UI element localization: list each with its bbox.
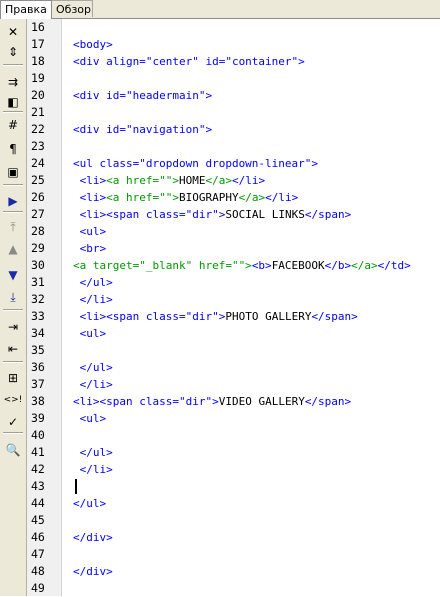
comment-icon[interactable]: <>! [2,390,24,410]
line-number: 41 [31,445,45,459]
tab-view[interactable]: Обзор [52,0,93,17]
code-line[interactable]: <ul> [73,410,107,427]
toolbar-separator [3,432,23,434]
line-number: 46 [31,530,45,544]
check-icon[interactable]: ✓ [2,412,24,432]
code-line[interactable]: <body> [73,36,113,53]
down-icon[interactable]: ▼ [2,265,24,285]
top-icon[interactable]: ⤒ [2,217,24,237]
line-number: 31 [31,275,45,289]
line-number: 35 [31,343,45,357]
line-number: 39 [31,411,45,425]
code-line[interactable]: </li> [73,461,113,478]
wrap-icon[interactable]: ⇉ [2,72,24,92]
code-line[interactable]: <ul class="dropdown dropdown-linear"> [73,155,318,172]
code-line[interactable]: </div> [73,529,113,546]
code-line[interactable]: <li><span class="dir">PHOTO GALLERY</spa… [73,308,358,325]
toolbar-separator [3,111,23,113]
outdent-icon[interactable]: ⇤ [2,339,24,359]
line-number: 34 [31,326,45,340]
line-number: 40 [31,428,45,442]
editor-toolbar: ✕ ⇕ ⇉ ◧ # ¶ ▣ ▶ ⤒ ▲ ▼ ⤓ ⇥ ⇤ ⊞ <>! ✓ 🔍 [0,19,27,596]
code-editor[interactable]: <body> <div align="center" id="container"… [62,19,440,596]
line-number: 32 [31,292,45,306]
line-number: 21 [31,105,45,119]
toolbar-separator [3,184,23,186]
line-number: 42 [31,462,45,476]
tab-bar: Правка Обзор [0,0,440,19]
code-line[interactable]: </div> [73,563,113,580]
line-number: 27 [31,207,45,221]
line-number: 45 [31,513,45,527]
next-icon[interactable]: ▶ [2,191,24,211]
line-number: 18 [31,54,45,68]
line-number: 37 [31,377,45,391]
line-number: 49 [31,581,45,595]
close-icon[interactable]: ✕ [2,22,24,42]
code-line[interactable]: </ul> [73,359,113,376]
line-number: 47 [31,547,45,561]
line-number: 19 [31,71,45,85]
line-number: 16 [31,20,45,34]
line-number: 43 [31,479,45,493]
code-line[interactable]: <ul> [73,325,107,342]
code-line[interactable]: <a target="_blank" href=""><b>FACEBOOK</… [73,257,411,274]
line-number: 36 [31,360,45,374]
code-line[interactable]: <li><a href="">BIOGRAPHY</a></li> [73,189,299,206]
code-line[interactable]: <li><span class="dir">VIDEO GALLERY</spa… [73,393,351,410]
line-number: 20 [31,88,45,102]
text-caret [75,479,77,494]
code-line[interactable]: <div id="headermain"> [73,87,212,104]
tree-icon[interactable]: ⊞ [2,368,24,388]
toolbar-separator [3,211,23,213]
line-number: 25 [31,173,45,187]
line-number: 28 [31,224,45,238]
toolbar-separator [3,361,23,363]
line-number: 26 [31,190,45,204]
line-number: 33 [31,309,45,323]
line-number: 24 [31,156,45,170]
code-line[interactable]: <ul> [73,223,107,240]
code-line[interactable]: </ul> [73,444,113,461]
code-line[interactable]: </ul> [73,495,106,512]
line-number: 48 [31,564,45,578]
monitor-icon[interactable]: ▣ [2,162,24,182]
search-icon[interactable]: 🔍 [2,440,24,460]
paragraph-icon[interactable]: ¶ [2,139,24,159]
split-icon[interactable]: ⇕ [2,42,24,62]
code-line[interactable]: </li> [73,291,113,308]
code-line[interactable]: <div align="center" id="container"> [73,53,305,70]
toolbar-separator [3,64,23,66]
line-number: 17 [31,37,45,51]
up-icon[interactable]: ▲ [2,239,24,259]
code-line[interactable]: </ul> [73,274,113,291]
toolbar-separator [3,309,23,311]
line-number: 29 [31,241,45,255]
code-line[interactable]: <li><span class="dir">SOCIAL LINKS</span… [73,206,352,223]
line-number-gutter: 16 17 18 19 20 21 22 23 24 25 26 27 28 29 30 31 32 33 34 35… [27,19,62,596]
insert-tag-icon[interactable]: ◧ [2,92,24,112]
indent-icon[interactable]: ⇥ [2,317,24,337]
line-number: 38 [31,394,45,408]
code-line[interactable]: <div id="navigation"> [73,121,212,138]
hash-icon[interactable]: # [2,115,24,135]
line-number: 30 [31,258,45,272]
code-line[interactable]: </li> [73,376,113,393]
line-number: 23 [31,139,45,153]
tab-edit[interactable]: Правка [0,0,52,19]
code-line[interactable]: <br> [73,240,107,257]
code-line[interactable]: <li><a href="">HOME</a></li> [73,172,265,189]
line-number: 44 [31,496,45,510]
bottom-icon[interactable]: ⤓ [2,287,24,307]
line-number: 22 [31,122,45,136]
